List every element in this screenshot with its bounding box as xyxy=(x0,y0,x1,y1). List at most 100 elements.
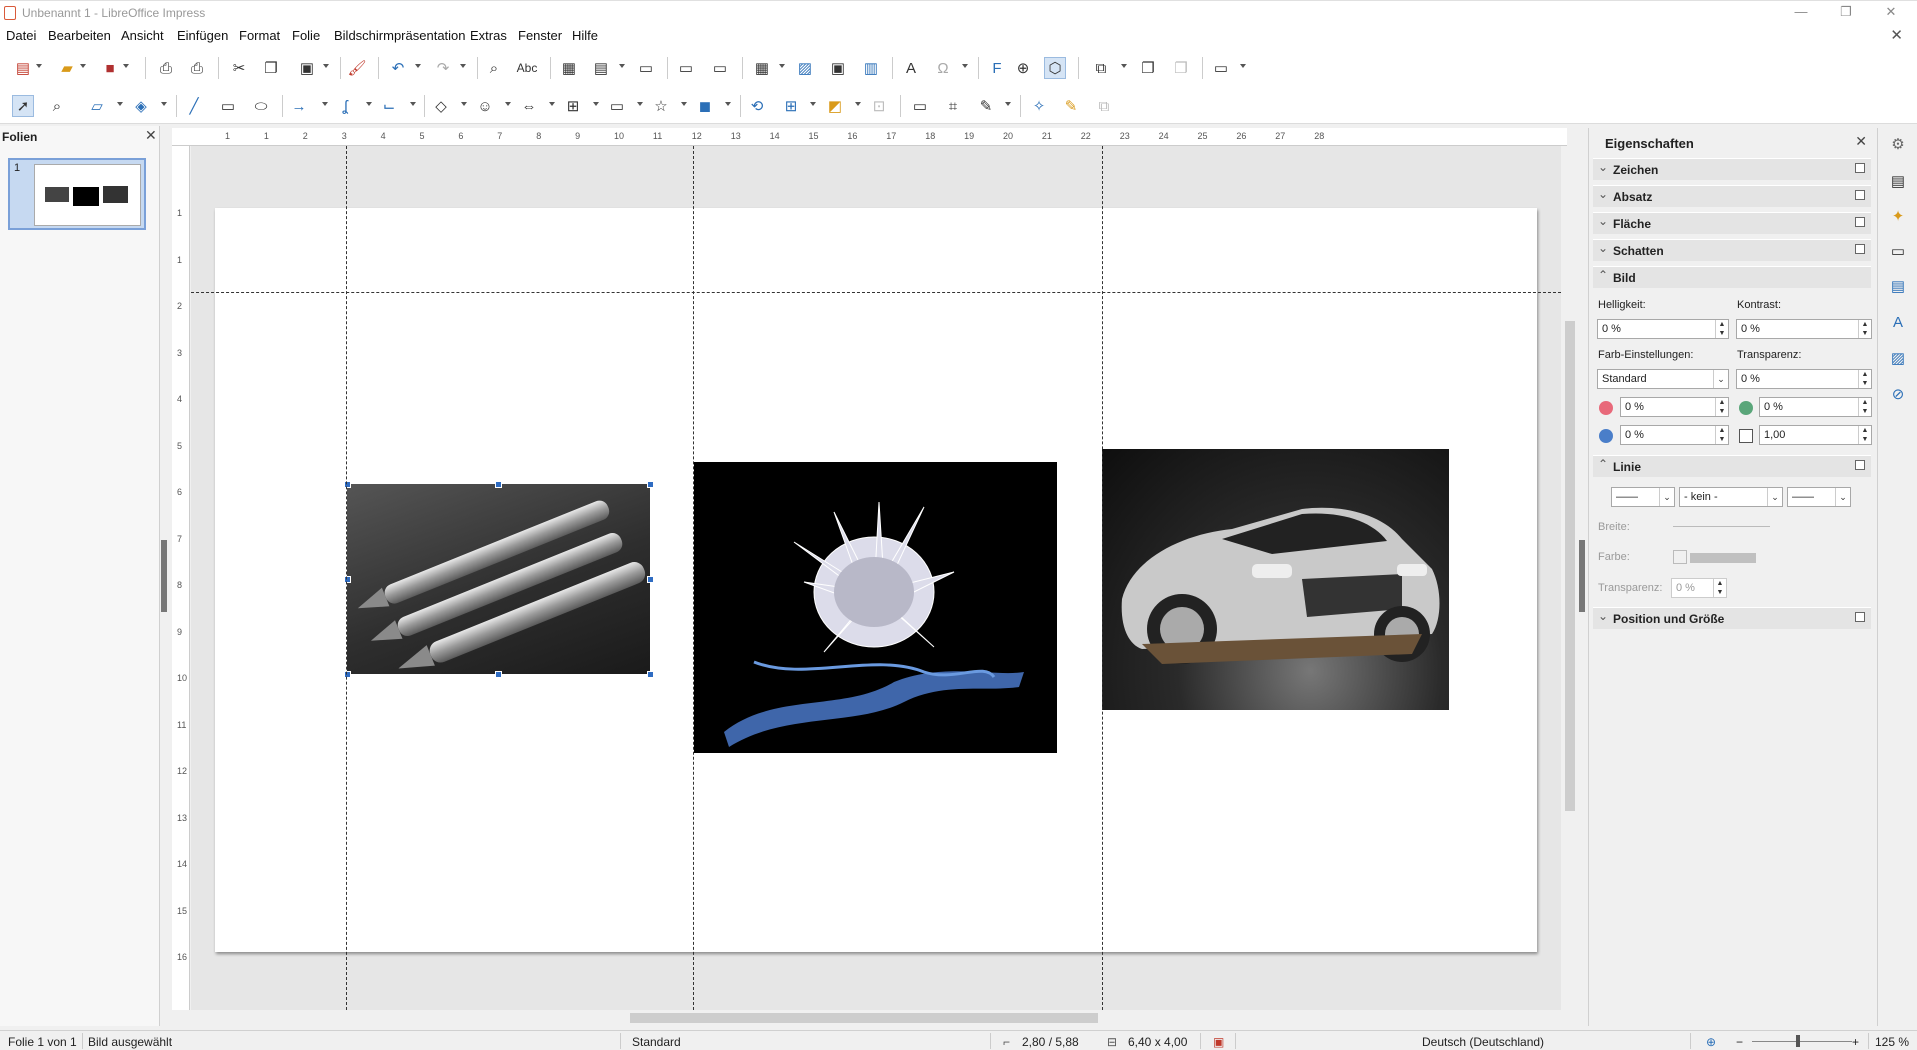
horizontal-scrollbar[interactable] xyxy=(172,1010,1567,1026)
copy-icon[interactable]: ❐ xyxy=(260,57,282,79)
horizontal-scroll-thumb[interactable] xyxy=(630,1013,1098,1023)
kontrast-field[interactable]: 0 % ▲ ▼ xyxy=(1736,319,1872,339)
helligkeit-field[interactable]: 0 % ▲ ▼ xyxy=(1597,319,1729,339)
more-options-icon[interactable] xyxy=(1855,612,1865,622)
undo-icon[interactable]: ↶ xyxy=(387,57,409,79)
farb-einstellungen-select[interactable]: Standard ⌄ xyxy=(1597,369,1729,389)
callouts-icon[interactable]: ▭ xyxy=(606,95,628,117)
open-folder-icon[interactable]: ▰ xyxy=(56,57,78,79)
spin-arrows-icon[interactable]: ▲ ▼ xyxy=(1858,398,1871,416)
ellipse-icon[interactable]: ⬭ xyxy=(250,95,272,117)
slide-transition-icon[interactable]: ✦ xyxy=(1888,206,1908,226)
arrow-end-select[interactable]: —— ⌄ xyxy=(1787,487,1851,507)
spin-arrows-icon[interactable]: ▲ ▼ xyxy=(1715,398,1728,416)
master-slide-icon[interactable]: ▭ xyxy=(635,57,657,79)
section-bild[interactable]: ⌃ Bild xyxy=(1593,266,1871,288)
menu-ansicht[interactable]: Ansicht xyxy=(121,28,164,43)
save-icon[interactable]: ■ xyxy=(99,57,121,79)
zoom-out-button[interactable]: − xyxy=(1736,1035,1743,1049)
zoom-level[interactable]: 125 % xyxy=(1875,1035,1909,1049)
basic-shapes-icon[interactable]: ◇ xyxy=(430,95,452,117)
minimize-button[interactable]: — xyxy=(1791,4,1811,19)
filter-icon[interactable]: ✎ xyxy=(975,95,997,117)
insert-table-icon[interactable]: ▦ xyxy=(751,57,773,79)
sidebar-collapse-handle[interactable] xyxy=(1579,540,1585,612)
insert-hyperlink-icon[interactable]: ⊕ xyxy=(1012,57,1034,79)
slide-canvas[interactable] xyxy=(215,208,1537,952)
align-objects-icon[interactable]: ⊞ xyxy=(780,95,802,117)
transparenz-field[interactable]: 0 % ▲ ▼ xyxy=(1736,369,1872,389)
vertical-scrollbar[interactable] xyxy=(1562,146,1576,1010)
pens-image[interactable] xyxy=(347,484,650,674)
new-document-icon[interactable]: ▤ xyxy=(12,57,34,79)
document-modified-icon[interactable]: ▣ xyxy=(1213,1035,1224,1049)
export-pdf-icon[interactable]: ⎙ xyxy=(155,57,177,79)
lines-arrows-icon[interactable]: → xyxy=(288,95,310,117)
line-color-icon[interactable] xyxy=(1673,550,1687,564)
fit-slide-icon[interactable]: ⊕ xyxy=(1706,1035,1716,1049)
spin-arrows-icon[interactable]: ▲ ▼ xyxy=(1858,426,1871,444)
arrange-icon[interactable]: ◩ xyxy=(824,95,846,117)
properties-deck-icon[interactable]: ▤ xyxy=(1888,171,1908,191)
distribute-icon[interactable]: ⊡ xyxy=(868,95,890,117)
close-window-button[interactable]: ✕ xyxy=(1881,4,1901,20)
find-replace-icon[interactable]: ⌕ xyxy=(483,57,505,79)
gamma-field[interactable]: 1,00 ▲ ▼ xyxy=(1759,425,1872,445)
slide-thumbnail[interactable]: 1 xyxy=(8,158,146,230)
paste-icon[interactable]: ▣ xyxy=(296,57,318,79)
menu-folie[interactable]: Folie xyxy=(292,28,320,43)
animation-icon[interactable]: ▭ xyxy=(1888,241,1908,261)
line-width-preview[interactable] xyxy=(1673,526,1770,527)
more-options-icon[interactable] xyxy=(1855,244,1865,254)
display-views-icon[interactable]: ▤ xyxy=(590,57,612,79)
select-icon[interactable]: ➚ xyxy=(12,95,34,117)
insert-textbox-icon[interactable]: A xyxy=(900,57,922,79)
linie-transparenz-field[interactable]: 0 % ▲ ▼ xyxy=(1671,578,1727,598)
blue-channel-field[interactable]: 0 % ▲ ▼ xyxy=(1620,425,1729,445)
show-draw-functions-icon[interactable]: ⬡ xyxy=(1044,57,1066,79)
grid-icon[interactable]: ▦ xyxy=(558,57,580,79)
menu-extras[interactable]: Extras xyxy=(470,28,507,43)
flower-image[interactable] xyxy=(694,462,1057,753)
menu-datei[interactable]: Datei xyxy=(6,28,36,43)
section-absatz[interactable]: ⌄ Absatz xyxy=(1593,185,1871,207)
green-channel-field[interactable]: 0 % ▲ ▼ xyxy=(1759,397,1872,417)
line-icon[interactable]: ╱ xyxy=(183,95,205,117)
line-style-select[interactable]: - kein - ⌄ xyxy=(1679,487,1783,507)
crop-image-icon[interactable]: ⌗ xyxy=(942,95,964,117)
insert-chart-icon[interactable]: ▥ xyxy=(860,57,882,79)
spin-arrows-icon[interactable]: ▲ ▼ xyxy=(1715,320,1728,338)
delete-slide-icon[interactable]: ❐ xyxy=(1170,57,1192,79)
resize-handle[interactable] xyxy=(647,481,654,488)
menu-fenster[interactable]: Fenster xyxy=(518,28,562,43)
connectors-icon[interactable]: ⌙ xyxy=(378,95,400,117)
transformations-icon[interactable]: ⧉ xyxy=(1090,57,1112,79)
rectangle-icon[interactable]: ▭ xyxy=(217,95,239,117)
insert-special-character-icon[interactable]: Ω xyxy=(932,57,954,79)
resize-handle[interactable] xyxy=(495,481,502,488)
fontwork-icon[interactable]: F xyxy=(986,57,1008,79)
zoom-pan-icon[interactable]: ⌕ xyxy=(46,95,68,117)
toggle-extrusion-icon[interactable]: ⧉ xyxy=(1093,95,1115,117)
close-sidebar-icon[interactable]: ✕ xyxy=(1855,133,1867,150)
menu-bearbeiten[interactable]: Bearbeiten xyxy=(48,28,111,43)
close-slides-pane-icon[interactable]: ✕ xyxy=(145,127,157,144)
slide-layout-icon[interactable]: ▭ xyxy=(1210,57,1232,79)
section-schatten[interactable]: ⌄ Schatten xyxy=(1593,239,1871,261)
car-image[interactable] xyxy=(1102,449,1449,710)
sidebar-settings-icon[interactable]: ⚙ xyxy=(1888,134,1908,154)
section-zeichen[interactable]: ⌄ Zeichen xyxy=(1593,158,1871,180)
resize-handle[interactable] xyxy=(647,671,654,678)
styles-icon[interactable]: A xyxy=(1888,312,1908,332)
shadow-icon[interactable]: ▭ xyxy=(909,95,931,117)
insert-image-icon[interactable]: ▨ xyxy=(794,57,816,79)
flowchart-icon[interactable]: ⊞ xyxy=(562,95,584,117)
more-options-icon[interactable] xyxy=(1855,460,1865,470)
redo-icon[interactable]: ↷ xyxy=(432,57,454,79)
red-channel-field[interactable]: 0 % ▲ ▼ xyxy=(1620,397,1729,417)
fill-color-icon[interactable]: ◈ xyxy=(130,95,152,117)
cut-icon[interactable]: ✂ xyxy=(228,57,250,79)
glue-points-icon[interactable]: ✎ xyxy=(1060,95,1082,117)
arrow-start-select[interactable]: —— ⌄ xyxy=(1611,487,1675,507)
vertical-scroll-thumb[interactable] xyxy=(1565,321,1575,811)
